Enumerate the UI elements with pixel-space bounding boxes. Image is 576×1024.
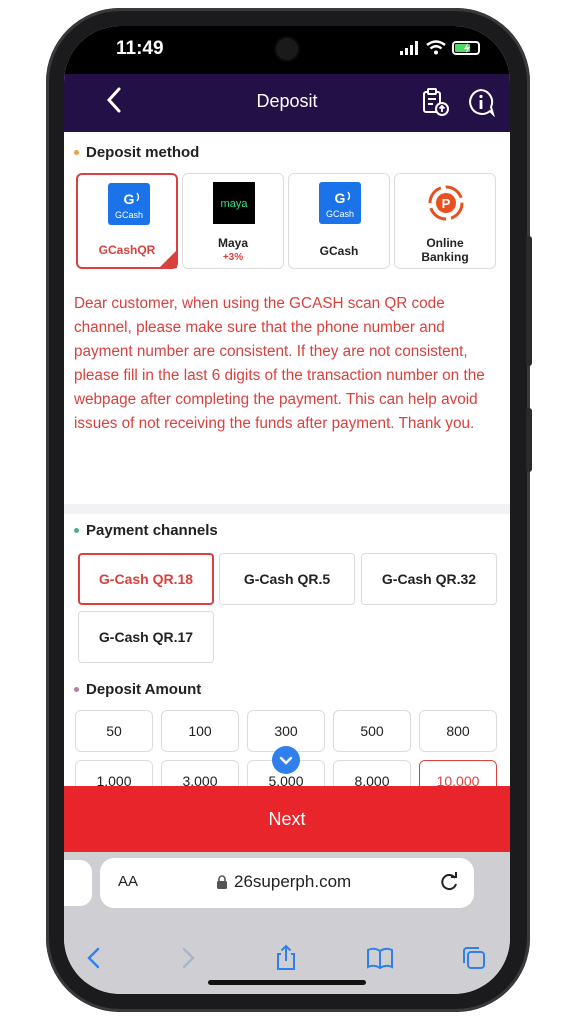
- amount-button[interactable]: 500: [333, 710, 411, 752]
- wifi-icon: [426, 40, 446, 55]
- online-banking-icon: P: [428, 185, 464, 221]
- maya-logo-icon: maya: [213, 182, 255, 224]
- deposit-method-heading: Deposit method: [74, 144, 199, 161]
- amount-button[interactable]: 100: [161, 710, 239, 752]
- signal-icon: [400, 40, 418, 55]
- chevron-down-icon: [279, 756, 293, 765]
- gcash-notice-text: Dear customer, when using the GCASH scan…: [74, 295, 485, 432]
- url-text: 26superph.com: [234, 872, 352, 891]
- url-display: 26superph.com: [216, 872, 351, 892]
- gcash-logo-text: GCash: [326, 209, 354, 219]
- section-divider: [64, 504, 510, 514]
- bookmarks-icon[interactable]: [366, 944, 394, 972]
- method-label: Online: [426, 236, 464, 250]
- channel-button[interactable]: G-Cash QR.17: [78, 611, 214, 663]
- deposit-content: Deposit method G GCash GCashQR maya Maya…: [64, 132, 510, 812]
- maya-logo-text: maya: [221, 198, 249, 210]
- svg-text:P: P: [442, 196, 451, 211]
- phone-screen: 11:49 Deposit Deposit method G GCash GCa…: [64, 26, 510, 994]
- browser-chrome: AA 26superph.com: [64, 852, 510, 994]
- address-bar[interactable]: AA 26superph.com: [100, 858, 474, 908]
- status-bar: 11:49: [64, 26, 510, 74]
- channel-button[interactable]: G-Cash QR.18: [78, 553, 214, 605]
- channel-button[interactable]: G-Cash QR.32: [361, 553, 497, 605]
- chevron-left-icon[interactable]: [80, 944, 108, 972]
- deposit-record-button[interactable]: [420, 87, 450, 117]
- svg-text:G: G: [124, 191, 135, 207]
- bullet-dot: [74, 150, 79, 155]
- phone-side-button: [526, 236, 532, 366]
- method-label: Maya: [217, 236, 249, 250]
- phone-side-button: [526, 408, 532, 472]
- status-icons: [400, 40, 480, 55]
- method-card-gcash[interactable]: G GCash GCash: [288, 173, 390, 269]
- info-icon: [469, 88, 496, 118]
- help-button[interactable]: [466, 87, 496, 118]
- bullet-dot: [74, 528, 79, 533]
- scroll-down-button[interactable]: [272, 746, 300, 774]
- next-button[interactable]: Next: [64, 786, 510, 852]
- amount-button[interactable]: 800: [419, 710, 497, 752]
- tabs-icon[interactable]: [460, 944, 488, 972]
- battery-icon: [452, 40, 480, 55]
- reload-icon[interactable]: [438, 871, 460, 893]
- payment-channels-title: Payment channels: [86, 522, 218, 539]
- home-indicator: [208, 980, 366, 985]
- share-icon[interactable]: [272, 944, 300, 972]
- bullet-dot: [74, 687, 79, 692]
- channel-button[interactable]: G-Cash QR.5: [219, 553, 355, 605]
- previous-tab-preview[interactable]: [64, 860, 92, 906]
- deposit-method-title: Deposit method: [86, 144, 200, 161]
- page-settings-button[interactable]: AA: [118, 873, 138, 890]
- method-card-online-banking[interactable]: P Online Banking: [394, 173, 496, 269]
- deposit-amount-title: Deposit Amount: [86, 681, 202, 698]
- payment-channels-heading: Payment channels: [74, 522, 218, 539]
- lock-icon: [217, 874, 227, 889]
- svg-text:G: G: [335, 190, 346, 206]
- selected-check-icon: [159, 250, 177, 268]
- status-time: 11:49: [116, 38, 164, 59]
- app-header: Deposit: [64, 74, 510, 132]
- amount-button[interactable]: 50: [75, 710, 153, 752]
- method-bonus-badge: +3%: [222, 252, 244, 263]
- front-camera: [276, 38, 298, 60]
- gcash-logo-icon: G GCash: [108, 183, 150, 225]
- method-label: GCash: [319, 244, 359, 258]
- method-label: Banking: [421, 250, 469, 264]
- gcash-logo-text: GCash: [115, 210, 143, 220]
- gcash-logo-icon: G GCash: [319, 182, 361, 224]
- deposit-amount-heading: Deposit Amount: [74, 681, 201, 698]
- clipboard-upload-icon: [423, 88, 449, 116]
- method-card-maya[interactable]: maya Maya +3%: [182, 173, 284, 269]
- chevron-right-icon[interactable]: [174, 944, 202, 972]
- method-card-gcashqr[interactable]: G GCash GCashQR: [76, 173, 178, 269]
